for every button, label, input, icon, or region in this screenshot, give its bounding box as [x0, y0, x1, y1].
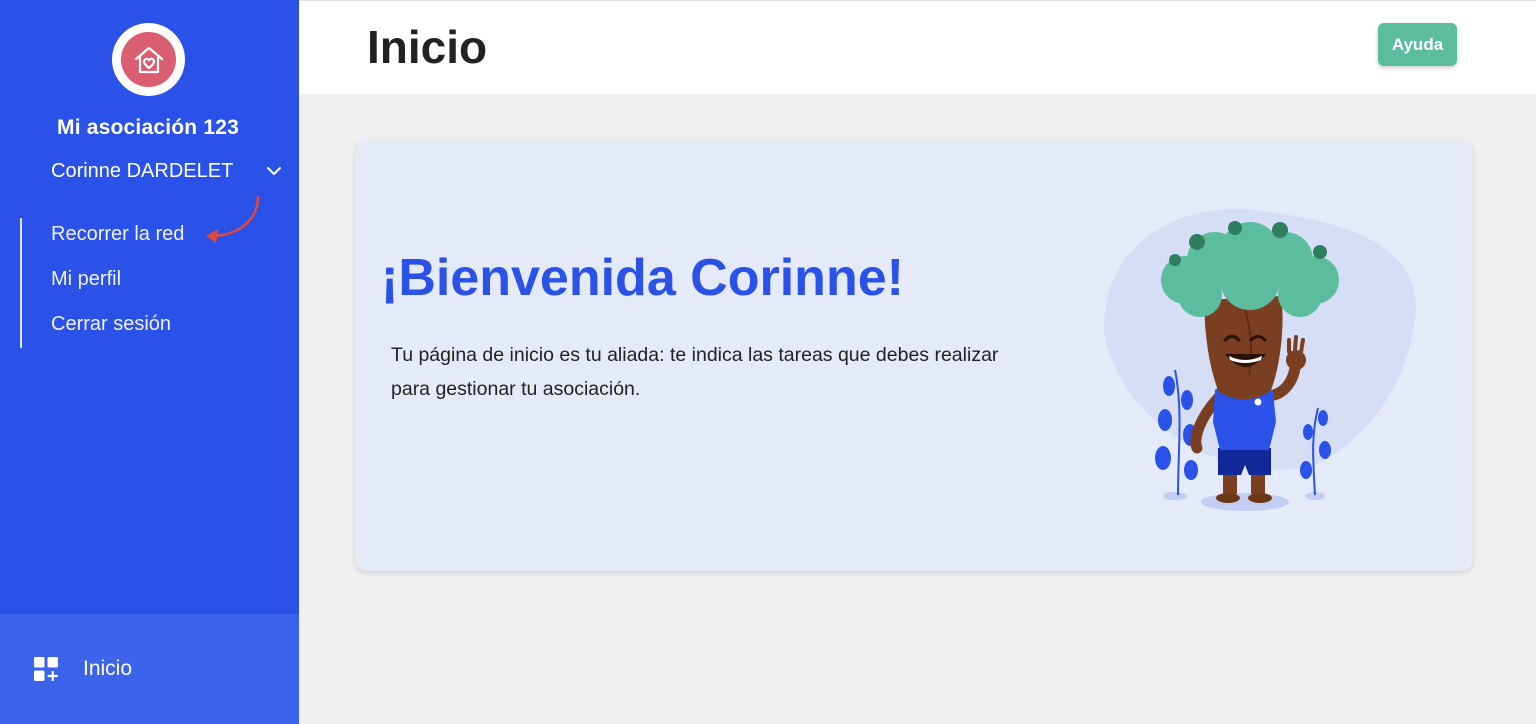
association-logo[interactable] — [112, 23, 185, 96]
chevron-down-icon — [267, 167, 281, 175]
organization-name: Mi asociación 123 — [57, 116, 239, 139]
welcome-title: ¡Bienvenida Corinne! — [381, 249, 904, 307]
welcome-text: Tu página de inicio es tu aliada: te ind… — [391, 344, 999, 400]
page-title: Inicio — [367, 21, 488, 73]
menu-item-logout[interactable]: Cerrar sesión — [51, 313, 171, 336]
user-menu: Recorrer la red Mi perfil Cerrar sesión — [20, 218, 184, 348]
user-menu-toggle[interactable]: Corinne DARDELET — [51, 157, 283, 185]
top-bar: Inicio Ayuda — [299, 0, 1536, 94]
help-button[interactable]: Ayuda — [1378, 23, 1457, 66]
menu-item-tour[interactable]: Recorrer la red — [51, 223, 184, 246]
welcome-card: ¡Bienvenida Corinne! Tu página de inicio… — [355, 140, 1473, 571]
nav-item-label: Inicio — [83, 657, 133, 680]
nav-item-home[interactable]: Inicio — [0, 614, 299, 724]
dashboard-add-icon — [34, 657, 58, 681]
menu-item-profile[interactable]: Mi perfil — [51, 268, 121, 291]
sidebar: Mi asociación 123 Corinne DARDELET Recor… — [0, 0, 299, 724]
annotation-arrow-icon — [206, 195, 260, 243]
user-name: Corinne DARDELET — [51, 159, 234, 182]
house-heart-icon — [121, 32, 176, 87]
tree-mascot-illustration — [1104, 208, 1416, 511]
